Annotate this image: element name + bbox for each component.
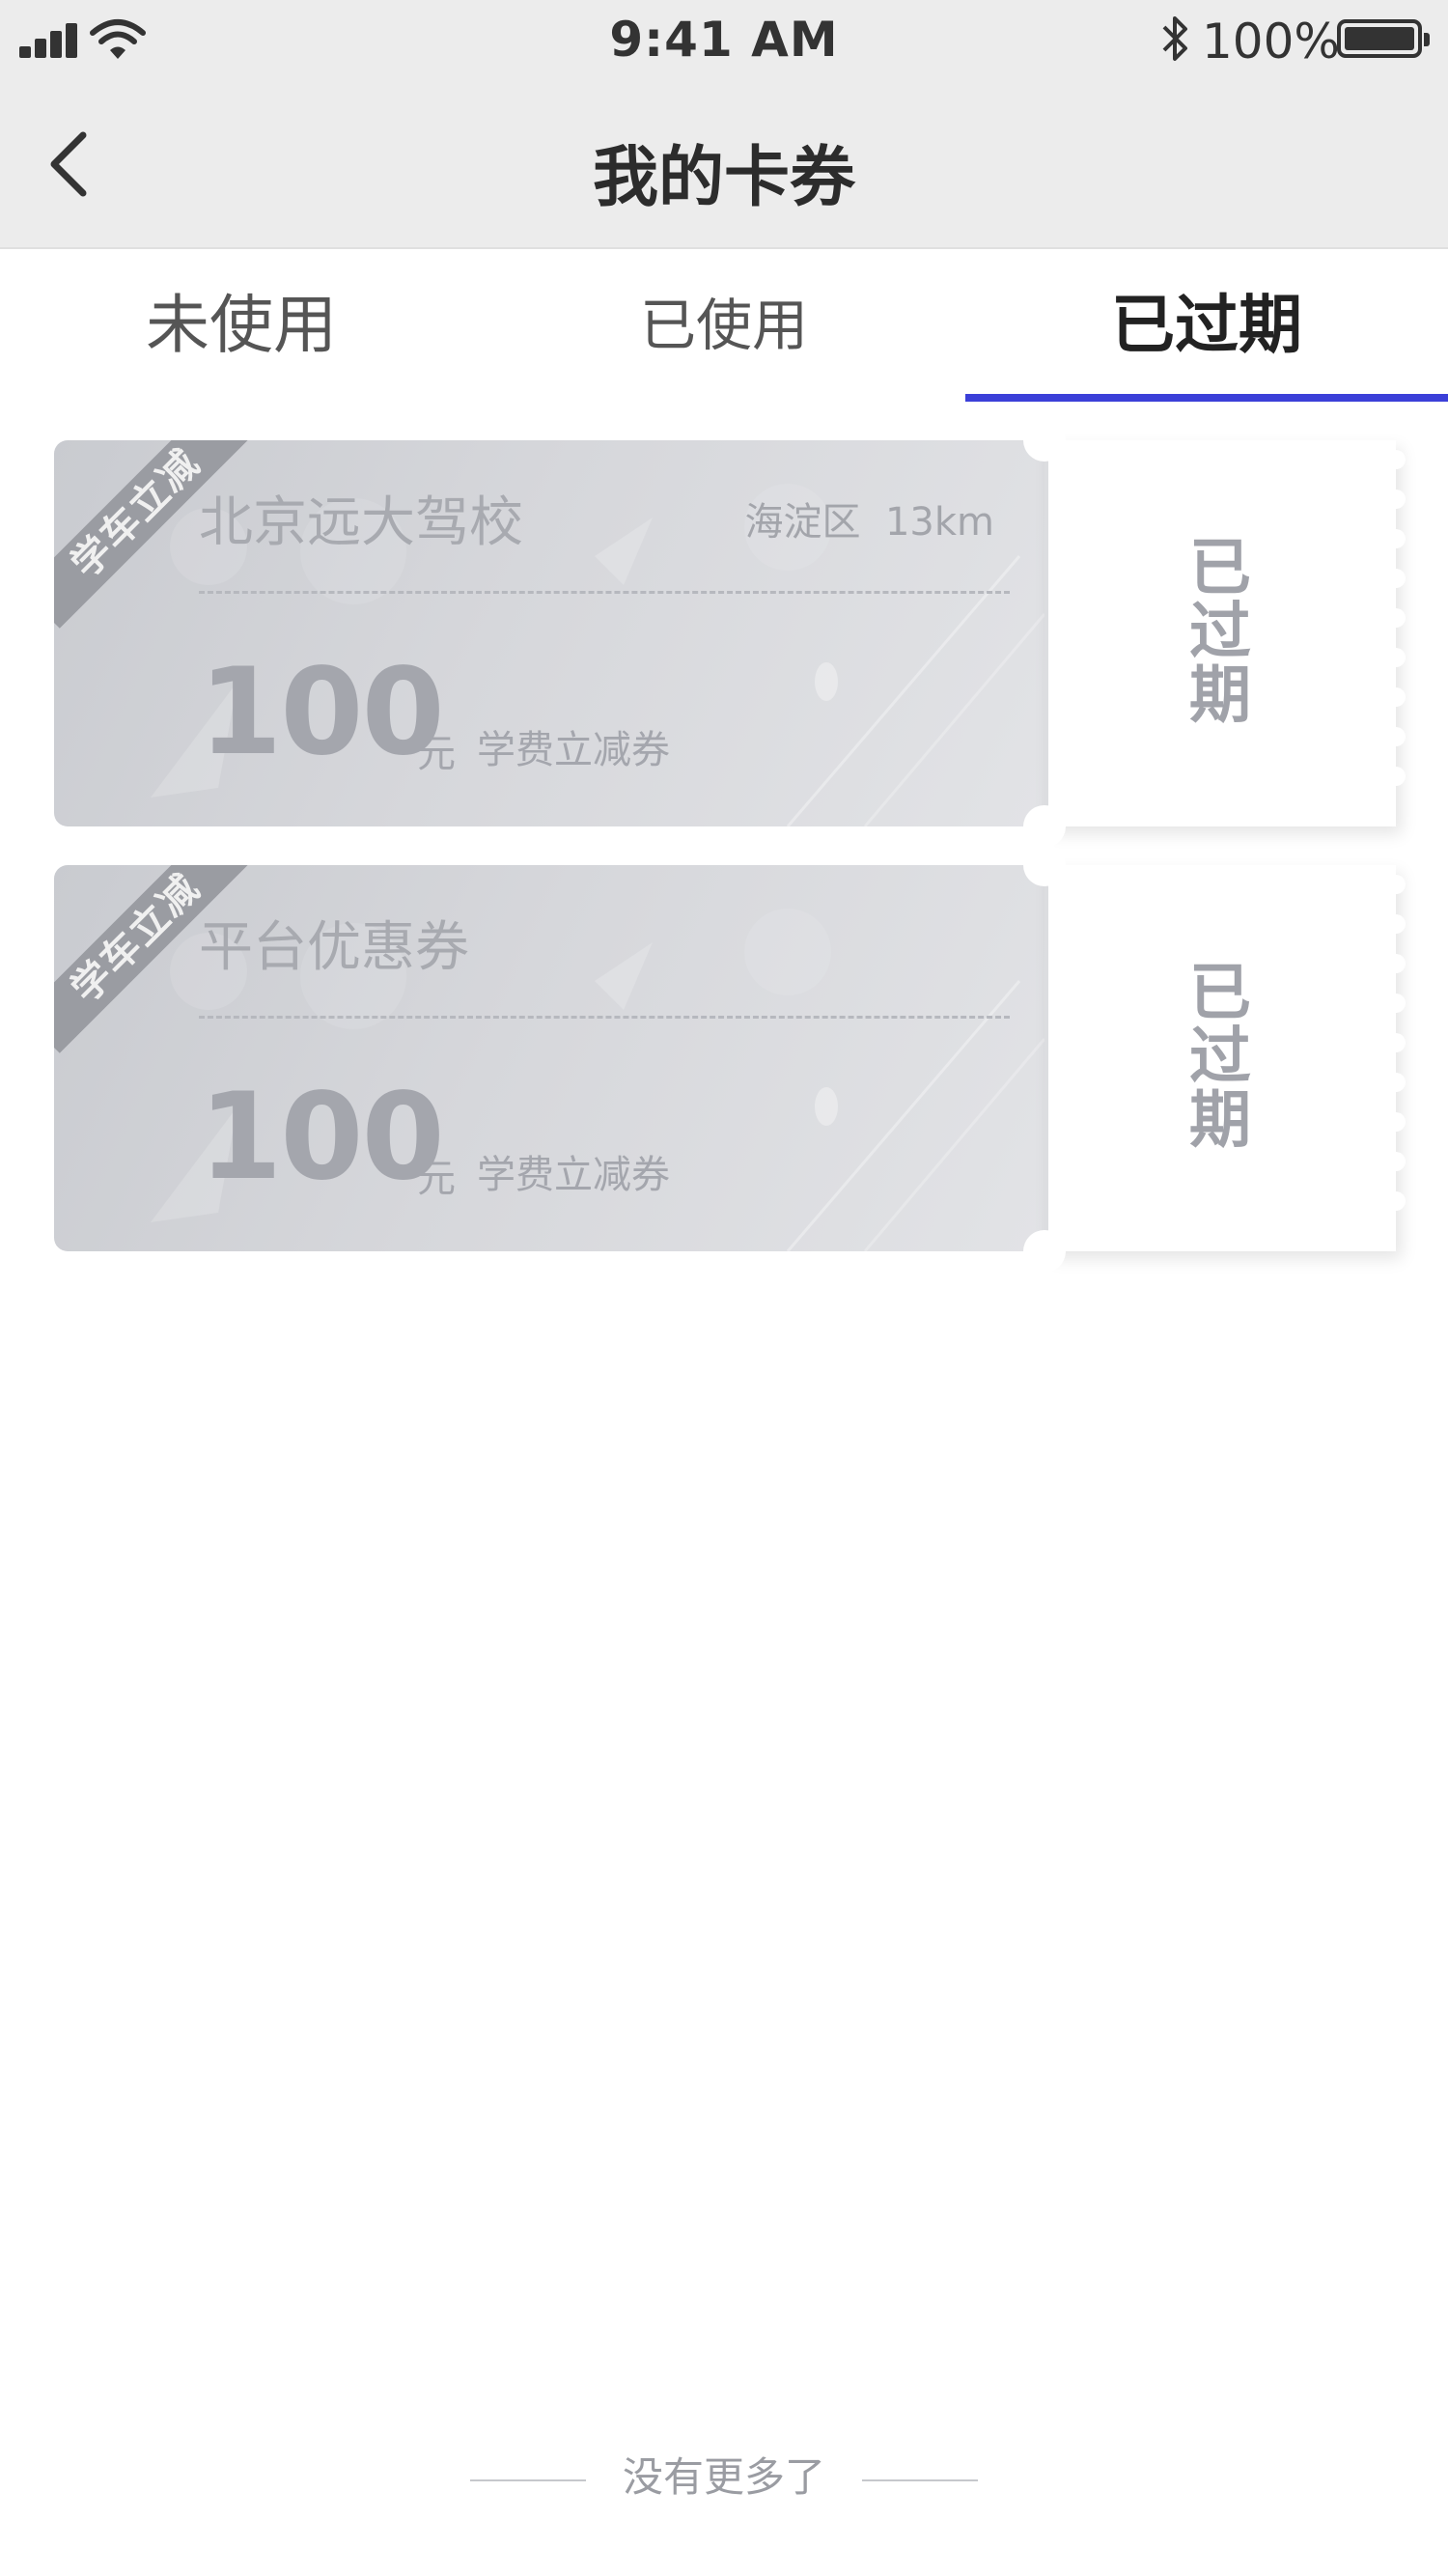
bluetooth-icon bbox=[1162, 16, 1187, 61]
coupon-type: 学费立减券 bbox=[477, 728, 670, 772]
coupon-name: 北京远大驾校 bbox=[199, 491, 523, 554]
tab-used[interactable]: 已使用 bbox=[483, 249, 965, 402]
no-more-indicator: 没有更多了 bbox=[0, 2445, 1448, 2504]
coupon-scallop-edge bbox=[1386, 875, 1406, 1242]
coupon-notch bbox=[1023, 805, 1066, 848]
coupon-body: 学车立减 北京远大驾校 海淀区 13km 100 元 学费立减券 bbox=[54, 440, 1044, 826]
tab-bar: 未使用 已使用 已过期 bbox=[0, 249, 1448, 402]
coupon-type: 学费立减券 bbox=[477, 1153, 670, 1197]
tab-active-indicator bbox=[965, 394, 1448, 402]
page-title: 我的卡券 bbox=[592, 140, 855, 216]
coupon-currency: 元 bbox=[417, 732, 456, 776]
divider-line bbox=[862, 2478, 978, 2481]
tab-unused[interactable]: 未使用 bbox=[0, 249, 483, 402]
coupon-status: 已过期 bbox=[1044, 537, 1396, 728]
coupon-divider bbox=[199, 1016, 1010, 1019]
battery-percent: 100% bbox=[1202, 14, 1340, 70]
coupon-amount: 100 bbox=[199, 1068, 445, 1207]
coupon-status-text: 已过期 bbox=[1189, 958, 1251, 1157]
coupon-status: 已过期 bbox=[1044, 962, 1396, 1153]
tab-expired[interactable]: 已过期 bbox=[965, 249, 1448, 402]
no-more-text: 没有更多了 bbox=[622, 2453, 825, 2501]
coupon-status-text: 已过期 bbox=[1189, 533, 1251, 732]
coupon-divider bbox=[199, 591, 1010, 594]
coupon-body: 学车立减 平台优惠券 100 元 学费立减券 bbox=[54, 865, 1044, 1251]
divider-line bbox=[469, 2478, 586, 2481]
coupon-currency: 元 bbox=[417, 1157, 456, 1201]
coupon-notch bbox=[1023, 1230, 1066, 1273]
coupon-scallop-edge bbox=[1386, 450, 1406, 817]
coupon-district: 海淀区 bbox=[744, 500, 861, 545]
coupon-card[interactable]: 学车立减 平台优惠券 100 元 学费立减券 已过期 bbox=[54, 844, 1406, 1273]
status-bar: 9:41 AM 100% bbox=[0, 0, 1448, 83]
nav-bar: 我的卡券 bbox=[0, 83, 1448, 249]
coupon-distance: 13km bbox=[884, 500, 994, 545]
coupon-stub: 已过期 bbox=[1044, 865, 1396, 1251]
coupon-notch bbox=[1023, 419, 1066, 462]
coupon-name: 平台优惠券 bbox=[199, 916, 469, 979]
coupon-card[interactable]: 学车立减 北京远大驾校 海淀区 13km 100 元 学费立减券 已过期 bbox=[54, 419, 1406, 848]
coupon-location: 海淀区 13km bbox=[745, 490, 994, 546]
coupon-notch bbox=[1023, 844, 1066, 886]
coupon-amount: 100 bbox=[199, 643, 445, 782]
battery-icon bbox=[1337, 19, 1430, 58]
coupon-stub: 已过期 bbox=[1044, 440, 1396, 826]
